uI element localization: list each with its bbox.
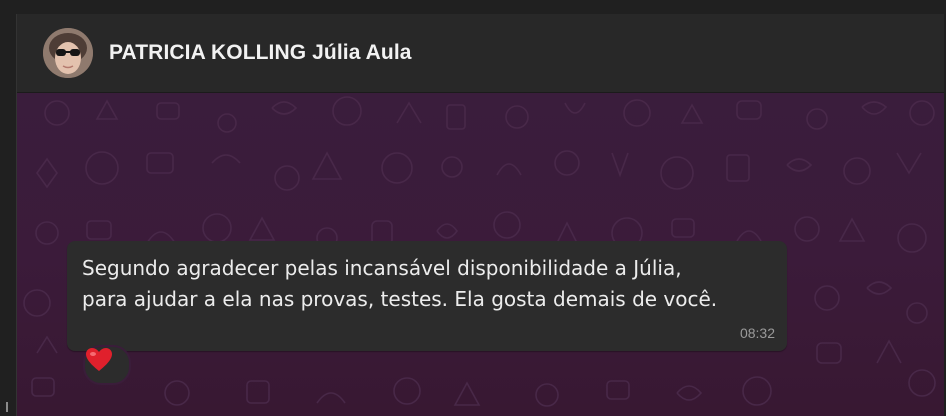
message-reaction[interactable] xyxy=(83,345,131,385)
red-heart-icon xyxy=(86,348,112,371)
message-line: Segundo agradecer pelas incansável dispo… xyxy=(82,256,682,280)
chat-panel: PATRICIA KOLLING Júlia Aula Segundo agra… xyxy=(16,14,944,416)
chat-wallpaper: Segundo agradecer pelas incansável dispo… xyxy=(17,93,944,416)
contact-avatar[interactable] xyxy=(43,28,93,78)
window-top-bar xyxy=(0,0,946,14)
message-line: para ajudar a ela nas provas, testes. El… xyxy=(82,287,718,311)
message-bubble[interactable]: Segundo agradecer pelas incansável dispo… xyxy=(67,241,787,351)
contact-name[interactable]: PATRICIA KOLLING Júlia Aula xyxy=(109,41,412,65)
avatar-photo-icon xyxy=(43,28,93,78)
scrollbar-tick[interactable] xyxy=(6,402,8,412)
chat-header[interactable]: PATRICIA KOLLING Júlia Aula xyxy=(17,14,944,93)
left-sidebar-edge xyxy=(0,14,16,416)
message-timestamp: 08:32 xyxy=(739,325,775,341)
message-text: Segundo agradecer pelas incansável dispo… xyxy=(82,253,782,315)
